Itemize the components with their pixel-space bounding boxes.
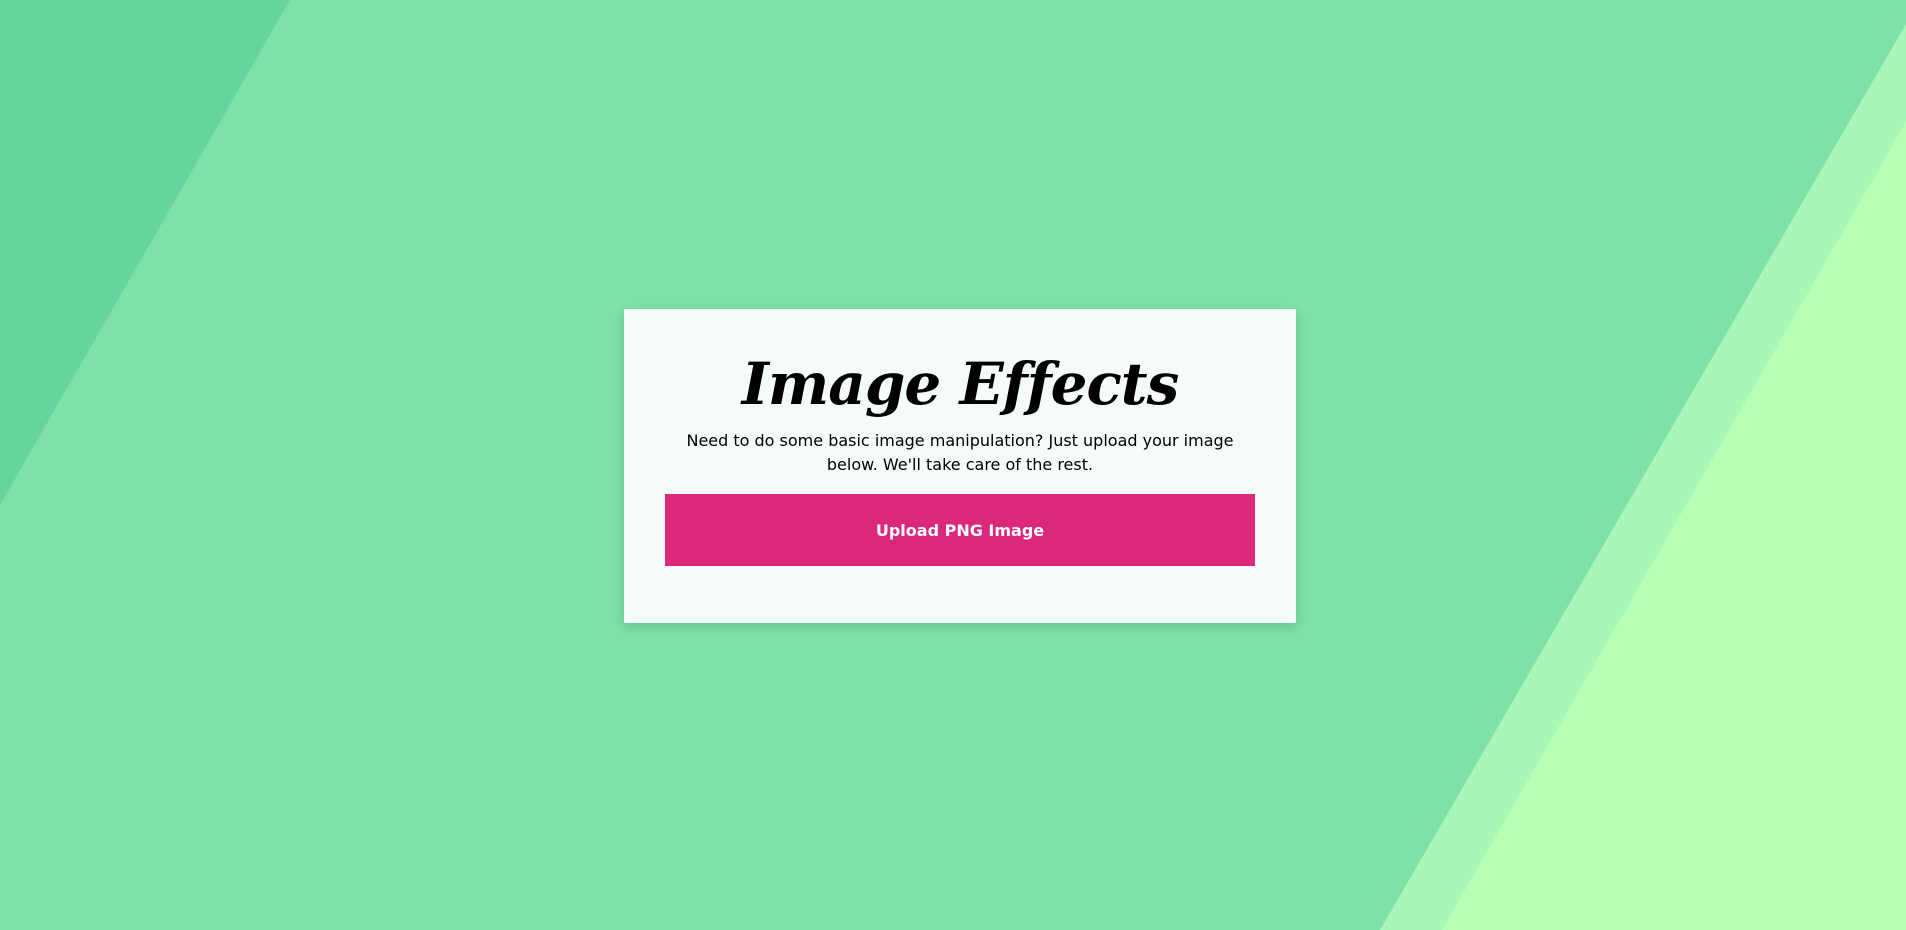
page-title: Image Effects <box>741 350 1180 418</box>
description-text: Need to do some basic image manipulation… <box>686 431 1234 474</box>
upload-png-button[interactable]: Upload PNG Image <box>665 494 1255 566</box>
upload-card: Image Effects Need to do some basic imag… <box>624 309 1296 623</box>
